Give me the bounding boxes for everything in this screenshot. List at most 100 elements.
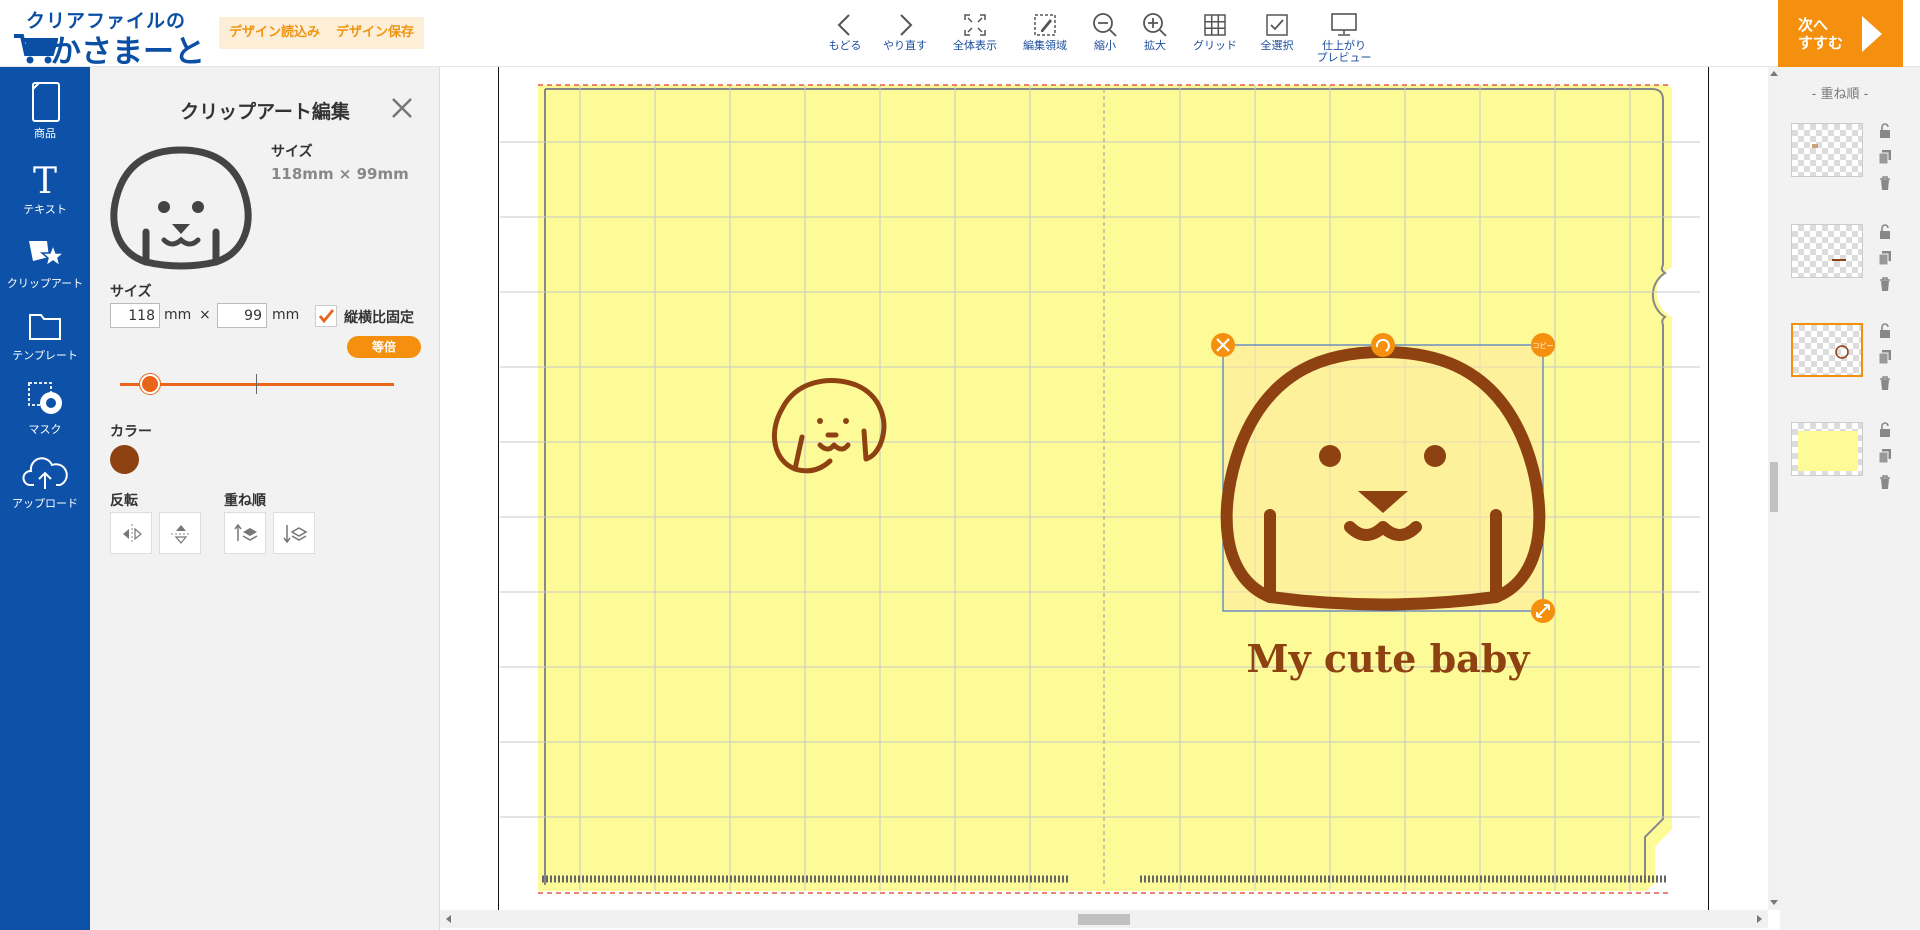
sidebar-item-mask[interactable]: マスク [0,377,90,447]
select-all-button[interactable]: 全選択 [1257,10,1297,62]
order-label: 重ね順 [224,493,266,509]
scale-slider-thumb[interactable] [140,374,160,394]
rotate-handle[interactable] [1371,333,1395,357]
bring-forward-button[interactable] [224,512,266,554]
scale-slider-track[interactable] [120,383,394,386]
trash-icon[interactable] [1877,276,1893,292]
sidebar-item-product[interactable]: 商品 [0,81,90,151]
close-icon[interactable] [390,96,414,120]
resize-handle[interactable] [1531,599,1555,623]
send-backward-button[interactable] [273,512,315,554]
color-swatch[interactable] [110,445,139,474]
lock-icon[interactable] [1877,224,1893,240]
vertical-scrollbar[interactable] [1768,67,1780,910]
copy-icon[interactable] [1877,250,1893,266]
vertical-scroll-thumb[interactable] [1770,462,1778,512]
tool-label: 仕上がり プレビュー [1316,39,1372,64]
next-step-button[interactable]: 次へ すすむ [1778,0,1903,67]
layer-thumb-text-small[interactable] [1791,123,1863,177]
folder-icon [29,314,61,340]
dog-right-eye [1424,445,1446,467]
copy-icon[interactable] [1877,149,1893,165]
save-design-button[interactable]: デザイン保存 [326,17,425,49]
color-label: カラー [110,424,152,440]
logo-line2: かさまーと [50,34,205,70]
undo-button[interactable]: もどる [826,10,864,62]
layer-preview [1812,144,1818,148]
zoom-in-button[interactable]: 拡大 [1140,10,1170,62]
send-backward-icon [283,525,308,544]
bring-forward-icon [234,523,258,541]
actual-size-button[interactable]: 等倍 [347,336,421,358]
layer-thumb-background[interactable] [1791,422,1863,476]
trash-icon[interactable] [1877,375,1893,391]
horizontal-scroll-thumb[interactable] [1078,914,1130,925]
canvas-text-element[interactable]: My cute baby [1247,636,1531,681]
layer-thumb-dog-selected[interactable] [1791,323,1863,377]
width-unit: mm [164,307,192,323]
finish-preview-button[interactable]: 仕上がり プレビュー [1316,10,1372,64]
scroll-down-arrow-icon[interactable] [1769,897,1779,907]
mask-icon [28,382,62,414]
height-unit: mm [272,307,300,323]
sidebar-item-template[interactable]: テンプレート [0,303,90,373]
flip-horizontal-button[interactable] [110,512,152,554]
trash-icon[interactable] [1877,175,1893,191]
lock-icon[interactable] [1877,422,1893,438]
zoom-in-icon [1143,13,1167,37]
tool-label: もどる [828,39,862,52]
select-all-icon [1266,14,1288,36]
times-sign: × [199,307,211,323]
scroll-up-arrow-icon[interactable] [1769,69,1779,79]
size-heading: サイズ [271,144,313,160]
logo[interactable]: クリアファイルの かさまーと [12,6,212,70]
layers-panel: - 重ね順 - [1780,67,1920,930]
scroll-left-arrow-icon[interactable] [444,914,454,924]
left-sidebar: 商品 T テキスト クリップアート テンプレート マスク アップロード [0,67,90,930]
scroll-right-arrow-icon[interactable] [1754,914,1764,924]
load-design-button[interactable]: デザイン読込み [219,17,331,49]
text-icon: T [33,161,57,201]
panel-title: クリップアート編集 [180,101,350,123]
clear-file-canvas[interactable]: コピー My cute baby [500,67,1706,910]
copy-icon[interactable] [1877,448,1893,464]
chevron-left-icon [837,14,850,36]
copy-handle[interactable]: コピー [1531,333,1555,357]
sidebar-item-upload[interactable]: アップロード [0,451,90,521]
layers-title: - 重ね順 - [1811,87,1869,102]
flip-label: 反転 [110,493,138,509]
cloud-upload-icon [22,457,68,489]
copy-icon[interactable] [1877,349,1893,365]
tool-label: 編集領域 [1023,39,1067,52]
layer-thumb-text[interactable] [1791,224,1863,278]
aspect-lock-checkbox[interactable] [315,305,337,327]
lock-icon[interactable] [1877,323,1893,339]
checkmark-icon [318,309,335,324]
clipart-star-icon [29,241,67,268]
sidebar-item-text[interactable]: T テキスト [0,157,90,227]
svg-text:T: T [33,161,57,201]
size-label: サイズ [110,284,152,300]
layer-preview [1835,345,1849,359]
product-file-icon [32,82,60,122]
edit-area-button[interactable]: 編集領域 [1020,10,1070,62]
grid-button[interactable]: グリッド [1190,10,1240,62]
flip-vertical-button[interactable] [159,512,201,554]
delete-handle[interactable] [1211,333,1235,357]
top-toolbar: クリアファイルの かさまーと デザイン読込み デザイン保存 もどる やり直す 全 [0,0,1920,70]
width-input[interactable] [110,303,160,328]
sidebar-label: アップロード [12,497,78,510]
sidebar-item-clipart[interactable]: クリップアート [0,231,90,301]
trash-icon[interactable] [1877,474,1893,490]
height-input[interactable] [217,303,267,328]
workspace-border-right [1708,67,1709,910]
fit-screen-button[interactable]: 全体表示 [950,10,1000,62]
lock-icon[interactable] [1877,123,1893,139]
zoom-out-icon [1093,13,1117,37]
zoom-out-button[interactable]: 縮小 [1090,10,1120,62]
redo-button[interactable]: やり直す [882,10,928,62]
flip-horizontal-icon [123,524,142,544]
grid-icon [1204,14,1226,36]
chevron-right-icon [900,14,913,36]
horizontal-scrollbar[interactable] [440,910,1768,928]
